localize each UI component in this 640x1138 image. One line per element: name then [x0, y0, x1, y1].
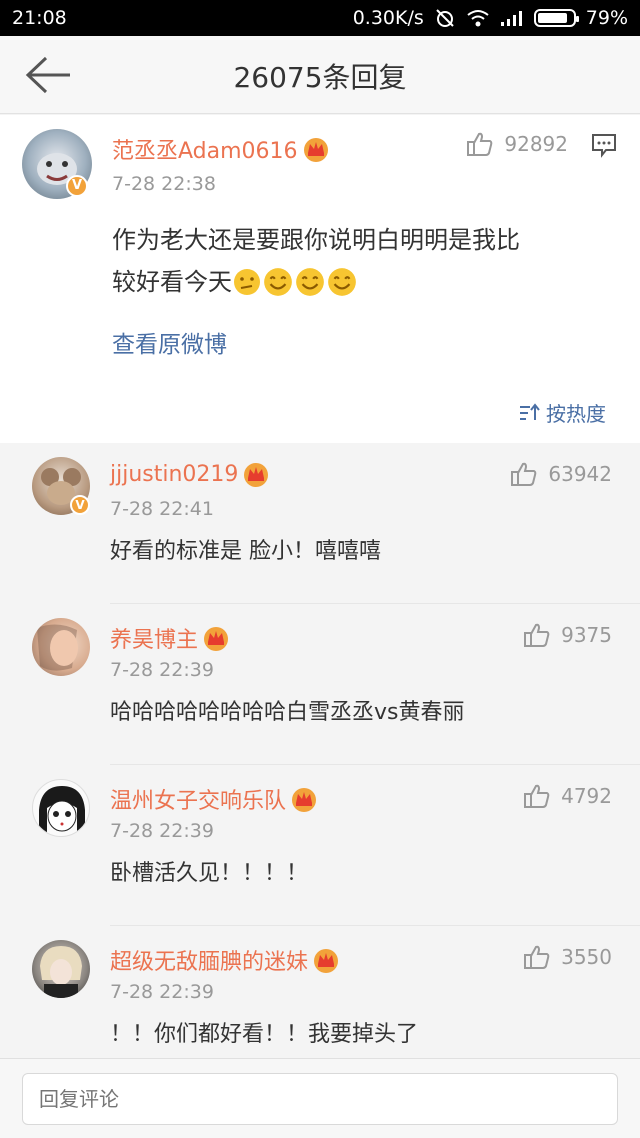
reply-input[interactable] — [22, 1073, 618, 1125]
reply-item: 超级无敌腼腆的迷妹 7-28 22:39 3550 ！！你们都好看！！我要掉头了 — [0, 926, 640, 1058]
like-button[interactable]: 4792 — [523, 783, 612, 809]
avatar-image — [40, 946, 82, 998]
avatar[interactable] — [32, 779, 90, 837]
verified-badge-icon: V — [70, 495, 90, 515]
comment-icon[interactable] — [590, 131, 618, 159]
comment-line-2: 较好看今天 — [112, 261, 612, 303]
reply-item: V jjjustin0219 7-28 22:41 63942 好看的标准是 脸… — [0, 443, 640, 604]
status-bar: 21:08 0.30K/s 79% — [0, 0, 640, 36]
thinking-emoji-icon — [234, 269, 260, 295]
timestamp: 7-28 22:39 — [110, 659, 214, 681]
like-button[interactable]: 92892 — [466, 131, 568, 157]
vip-crown-icon — [314, 949, 339, 973]
thumbs-up-icon — [524, 784, 550, 808]
avatar[interactable] — [32, 618, 90, 676]
like-count: 9375 — [561, 623, 612, 647]
sort-label: 按热度 — [546, 402, 606, 426]
page-title: 26075条回复 — [233, 61, 407, 94]
vip-crown-icon — [303, 138, 328, 162]
nav-bar: 26075条回复 — [0, 36, 640, 114]
signal-icon — [500, 11, 522, 26]
reply-username[interactable]: 养昊博主 — [110, 622, 230, 654]
avatar-image — [37, 624, 78, 671]
like-button[interactable]: 3550 — [523, 944, 612, 970]
thumbs-up-icon — [524, 623, 550, 647]
like-count: 63942 — [548, 462, 612, 486]
thumbs-up-icon — [467, 132, 493, 156]
like-button[interactable]: 63942 — [510, 461, 612, 487]
username-text: jjjustin0219 — [110, 461, 239, 487]
sort-button[interactable]: 按热度 — [518, 398, 606, 427]
vip-crown-icon — [292, 788, 317, 812]
timestamp: 7-28 22:39 — [110, 820, 214, 842]
reply-bar — [0, 1058, 640, 1138]
username-text: 范丞丞Adam0616 — [112, 139, 298, 164]
reply-text: 好看的标准是 脸小！嘻嘻嘻 — [110, 539, 381, 564]
thumbs-up-icon — [524, 945, 550, 969]
comment-line-2-text: 较好看今天 — [112, 268, 232, 296]
smile-emoji-icon — [264, 268, 292, 296]
network-speed: 0.30K/s — [352, 7, 424, 29]
reply-text: ！！你们都好看！！我要掉头了 — [110, 1022, 419, 1047]
main-comment-text: 作为老大还是要跟你说明白明明是我比 较好看今天 — [112, 219, 612, 303]
timestamp: 7-28 22:39 — [110, 981, 214, 1003]
status-time: 21:08 — [12, 7, 67, 29]
reply-username[interactable]: 超级无敌腼腆的迷妹 — [110, 944, 340, 976]
sort-icon — [520, 402, 540, 420]
main-username[interactable]: 范丞丞Adam0616 — [112, 133, 330, 165]
timestamp: 7-28 22:38 — [112, 173, 216, 195]
reply-username[interactable]: 温州女子交响乐队 — [110, 783, 318, 815]
view-original-link[interactable]: 查看原微博 — [112, 325, 227, 359]
like-count: 92892 — [504, 132, 568, 156]
like-button[interactable]: 9375 — [523, 622, 612, 648]
vip-crown-icon — [204, 627, 229, 651]
main-comment: V 范丞丞Adam0616 7-28 22:38 92892 作为老大还是要跟你… — [0, 115, 640, 443]
username-text: 养昊博主 — [110, 628, 199, 653]
comment-line-1: 作为老大还是要跟你说明白明明是我比 — [112, 226, 520, 254]
reply-text: 卧槽活久见！！！！ — [110, 861, 309, 886]
timestamp: 7-28 22:41 — [110, 498, 214, 520]
like-count: 4792 — [561, 784, 612, 808]
smile-emoji-icon — [296, 268, 324, 296]
reply-text: 哈哈哈哈哈哈哈哈白雪丞丞vs黄春丽 — [110, 700, 465, 725]
battery-percent: 79% — [585, 7, 628, 29]
alarm-off-icon — [436, 9, 454, 27]
avatar-image — [39, 786, 85, 836]
verified-badge-icon: V — [66, 175, 88, 197]
reply-item: 温州女子交响乐队 7-28 22:39 4792 卧槽活久见！！！！ — [0, 765, 640, 926]
avatar[interactable] — [32, 940, 90, 998]
vip-crown-icon — [244, 463, 269, 487]
wifi-icon — [467, 10, 489, 27]
like-count: 3550 — [561, 945, 612, 969]
reply-item: 养昊博主 7-28 22:39 9375 哈哈哈哈哈哈哈哈白雪丞丞vs黄春丽 — [0, 604, 640, 765]
username-text: 温州女子交响乐队 — [110, 789, 287, 814]
reply-username[interactable]: jjjustin0219 — [110, 461, 270, 487]
smile-emoji-icon — [328, 268, 356, 296]
battery-icon — [533, 9, 579, 27]
username-text: 超级无敌腼腆的迷妹 — [110, 950, 309, 975]
thumbs-up-icon — [511, 462, 537, 486]
